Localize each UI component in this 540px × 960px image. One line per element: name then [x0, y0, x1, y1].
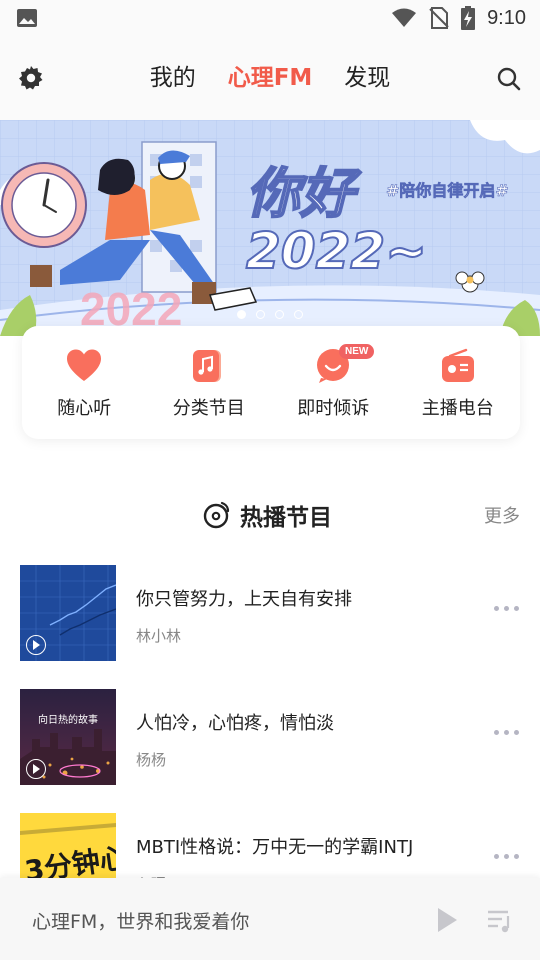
more-link[interactable]: 更多	[484, 502, 520, 528]
cover-caption: 向日热的故事	[38, 715, 98, 726]
gallery-icon	[17, 9, 37, 27]
more-options-icon[interactable]	[494, 605, 520, 613]
program-cover	[20, 565, 116, 661]
play-icon[interactable]	[436, 907, 458, 933]
banner-year: 2022~	[246, 222, 427, 280]
player-now-playing[interactable]: 心理FM，世界和我爱着你	[32, 907, 249, 934]
banner-pagination	[0, 310, 540, 319]
section-title: 热播节目	[240, 505, 332, 531]
quick-actions-card: 随心听 分类节目 NEW 即时倾诉 主播电台	[22, 326, 520, 439]
quick-action-label: 分类节目	[172, 398, 245, 419]
program-title: 你只管努力，上天自有安排	[136, 589, 352, 610]
battery-charging-icon	[461, 6, 476, 30]
status-bar: 9:10	[0, 0, 540, 36]
banner-dot[interactable]	[294, 310, 303, 319]
more-options-icon[interactable]	[494, 729, 520, 737]
vinyl-disc-icon	[203, 501, 230, 529]
play-icon[interactable]	[26, 635, 46, 655]
program-author: 杨杨	[136, 751, 167, 769]
banner-dot[interactable]	[256, 310, 265, 319]
music-note-icon	[192, 350, 221, 382]
list-item[interactable]: 你只管努力，上天自有安排 林小林	[0, 565, 540, 665]
clock-time: 9:10	[487, 6, 526, 29]
tab-mine[interactable]: 我的	[150, 62, 196, 94]
hot-programs-header: 热播节目 更多	[0, 496, 540, 534]
top-tabs: 我的 心理FM 发现	[0, 62, 540, 94]
wifi-icon	[392, 8, 417, 27]
playlist-icon[interactable]	[486, 906, 514, 934]
tab-xinli-fm[interactable]: 心理FM	[228, 62, 313, 94]
no-sim-icon	[429, 7, 449, 29]
quick-action-host-radio[interactable]: 主播电台	[396, 326, 521, 439]
banner-hashtag: #陪你自律开启#	[386, 181, 509, 200]
program-cover: 向日热的故事	[20, 689, 116, 785]
more-options-icon[interactable]	[494, 853, 520, 861]
list-item[interactable]: 向日热的故事 人怕冷，心怕疼，情怕淡 杨杨	[0, 689, 540, 789]
top-nav: 我的 心理FM 发现	[0, 36, 540, 120]
quick-action-label: 即时倾诉	[297, 398, 370, 419]
quick-action-label: 主播电台	[421, 398, 494, 419]
new-badge: NEW	[339, 344, 375, 359]
mini-player: 心理FM，世界和我爱着你	[0, 878, 540, 960]
quick-action-label: 随心听	[57, 398, 112, 419]
heart-icon	[67, 349, 102, 381]
quick-action-instant-talk[interactable]: NEW 即时倾诉	[271, 326, 396, 439]
banner-dot[interactable]	[275, 310, 284, 319]
promo-banner[interactable]: 2022 你好 #陪你自律开启# 2022~	[0, 120, 540, 336]
program-title: 人怕冷，心怕疼，情怕淡	[136, 713, 334, 734]
banner-headline: 你好	[246, 162, 362, 225]
quick-action-categories[interactable]: 分类节目	[147, 326, 272, 439]
program-author: 林小林	[136, 627, 182, 645]
quick-action-random-listen[interactable]: 随心听	[22, 326, 147, 439]
search-icon[interactable]	[496, 66, 522, 92]
program-title: MBTI性格说：万中无一的学霸INTJ	[136, 837, 414, 858]
tab-discover[interactable]: 发现	[344, 62, 390, 94]
banner-illustration: 2022 你好 #陪你自律开启# 2022~	[0, 120, 540, 336]
banner-dot[interactable]	[237, 310, 246, 319]
play-icon[interactable]	[26, 759, 46, 779]
radio-icon	[441, 348, 474, 382]
